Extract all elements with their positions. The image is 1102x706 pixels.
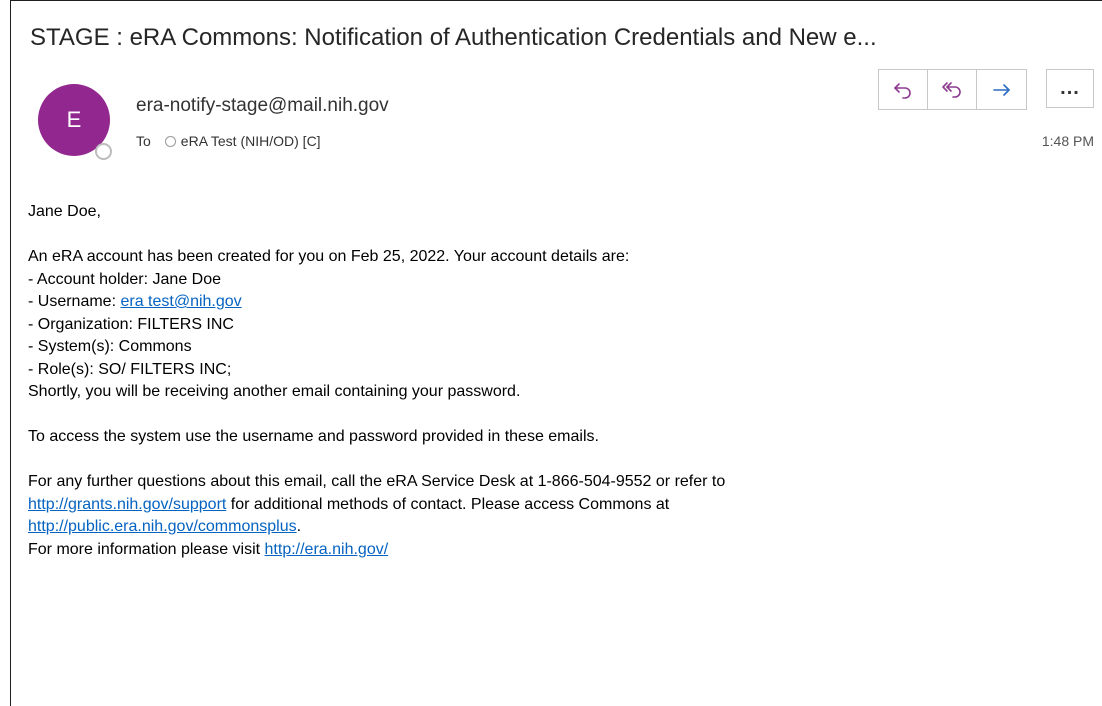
- email-body: Jane Doe, An eRA account has been create…: [28, 201, 725, 561]
- received-time: 1:48 PM: [1041, 133, 1094, 149]
- forward-button[interactable]: [977, 70, 1026, 109]
- roles-line: - Role(s): SO/ FILTERS INC;: [28, 360, 232, 378]
- more-actions-button[interactable]: ...: [1046, 69, 1094, 108]
- questions-line: For any further questions about this ema…: [28, 473, 726, 490]
- more-info-label: For more information please visit: [28, 540, 265, 558]
- forward-icon: [992, 83, 1010, 96]
- organization-line: - Organization: FILTERS INC: [28, 315, 234, 333]
- reply-all-button[interactable]: [928, 70, 977, 109]
- recipient-presence-icon: [164, 135, 176, 147]
- avatar-initial: E: [66, 107, 82, 132]
- password-notice-line: Shortly, you will be receiving another e…: [28, 383, 521, 400]
- support-suffix: for additional methods of contact. Pleas…: [226, 495, 670, 513]
- access-line: To access the system use the username an…: [28, 428, 599, 445]
- greeting: Jane Doe,: [28, 203, 101, 220]
- support-link[interactable]: http://grants.nih.gov/support: [28, 496, 226, 513]
- reply-icon: [894, 82, 911, 99]
- recipient-name[interactable]: eRA Test (NIH/OD) [C]: [181, 133, 321, 149]
- era-link[interactable]: http://era.nih.gov/: [265, 541, 389, 558]
- username-link[interactable]: era test@nih.gov: [120, 293, 241, 310]
- reply-button[interactable]: [879, 70, 928, 109]
- email-subject: STAGE : eRA Commons: Notification of Aut…: [30, 24, 877, 51]
- intro-line: An eRA account has been created for you …: [28, 248, 630, 265]
- recipient-row: To eRA Test (NIH/OD) [C]: [136, 133, 321, 149]
- presence-status-icon: [95, 143, 112, 160]
- systems-line: - System(s): Commons: [28, 338, 192, 355]
- to-label: To: [136, 133, 151, 149]
- username-line: - Username: era test@nih.gov: [28, 291, 725, 314]
- commons-line: http://public.era.nih.gov/commonsplus.: [28, 516, 725, 539]
- reply-all-icon: [942, 81, 961, 98]
- commons-link[interactable]: http://public.era.nih.gov/commonsplus: [28, 518, 297, 535]
- username-label: - Username:: [28, 293, 121, 310]
- account-holder-line: - Account holder: Jane Doe: [28, 270, 222, 288]
- reply-actions: [878, 69, 1027, 110]
- sender-email[interactable]: era-notify-stage@mail.nih.gov: [136, 95, 389, 117]
- more-info-line: For more information please visit http:/…: [28, 539, 725, 562]
- commons-suffix: .: [296, 518, 302, 535]
- support-line: http://grants.nih.gov/support for additi…: [28, 494, 725, 517]
